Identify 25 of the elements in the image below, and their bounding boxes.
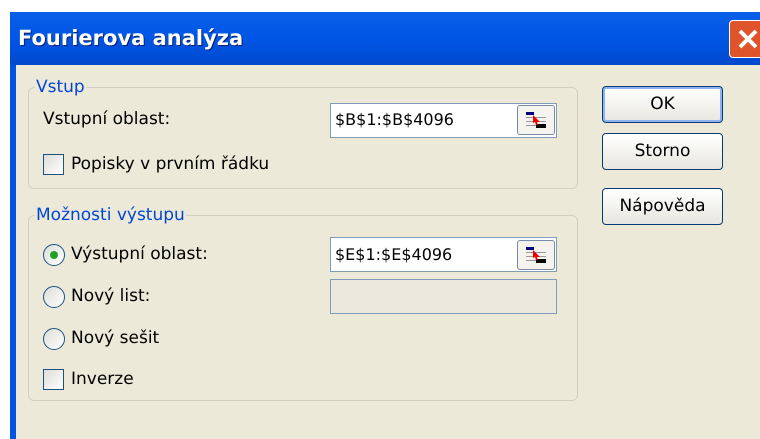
range-field[interactable]: $E$1:$E$4096 (330, 237, 557, 272)
window-title: Fourierova analýza (18, 24, 244, 52)
range-picker-icon (524, 110, 548, 130)
radio-label: Nový sešit (71, 326, 160, 350)
dialog-button[interactable]: Nápověda (602, 188, 723, 225)
radio-button[interactable] (43, 286, 65, 308)
radio-button[interactable] (43, 328, 65, 350)
range-picker-icon (524, 244, 548, 264)
checkbox-label: Inverze (71, 368, 134, 390)
close-icon (737, 28, 759, 50)
checkbox[interactable] (43, 154, 64, 175)
range-select-button[interactable] (517, 240, 555, 270)
range-field[interactable]: $B$1:$B$4096 (330, 102, 557, 138)
group-title: Vstup (35, 76, 86, 99)
dialog-button[interactable]: Storno (602, 133, 723, 170)
group-title: Možnosti výstupu (35, 204, 186, 227)
radio-label: Nový list: (71, 284, 150, 308)
dialog-button[interactable]: OK (602, 86, 723, 123)
radio-label: Výstupní oblast: (71, 242, 208, 266)
radio-button[interactable] (43, 244, 65, 266)
field-label: Vstupní oblast: (43, 108, 170, 132)
close-button[interactable] (729, 20, 760, 58)
range-select-button[interactable] (517, 105, 555, 135)
checkbox[interactable] (43, 368, 64, 390)
checkbox-label: Popisky v prvním řádku (71, 152, 270, 176)
